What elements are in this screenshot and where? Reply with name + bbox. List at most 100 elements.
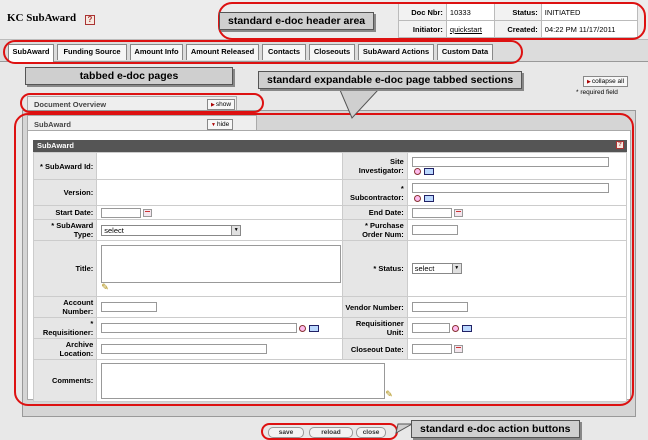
status-value: INITIATED [540, 3, 639, 21]
subaward-hide-button[interactable]: ▼hide [207, 119, 234, 130]
collapse-icon: ▶ [587, 79, 591, 85]
lookup-icon[interactable] [299, 324, 307, 332]
tab-contacts[interactable]: Contacts [262, 44, 306, 60]
required-mark: * [51, 221, 55, 230]
comments-cell: ✎ [96, 359, 627, 402]
purchase-order-input[interactable] [411, 225, 458, 235]
requisitioner-input[interactable] [101, 323, 298, 333]
start-date-label: Start Date: [32, 205, 98, 220]
tabbed-pages-callout: tabbed e-doc pages [25, 67, 233, 85]
lookup-icon[interactable] [413, 168, 421, 176]
collapse-all-button[interactable]: ▶collapse all [583, 76, 629, 87]
subaward-section-title: SubAward [34, 120, 71, 129]
page-title: KC SubAward [7, 12, 77, 24]
calendar-icon[interactable] [453, 345, 463, 353]
version-label: Version: [32, 179, 98, 206]
close-button[interactable]: close [356, 427, 386, 438]
tab-custom-data[interactable]: Custom Data [437, 44, 493, 60]
help-icon[interactable]: ? [85, 15, 95, 25]
requisitioner-label-text: Requisitioner: [42, 328, 94, 337]
purchase-order-label-text: Purchase Order Num: [362, 221, 404, 239]
required-mark: * [400, 183, 404, 193]
vendor-number-cell [406, 296, 628, 318]
calendar-icon[interactable] [453, 208, 463, 217]
subaward-id-value [96, 152, 344, 180]
created-value: 04:22 PM 11/17/2011 [540, 20, 639, 38]
tab-amount-info[interactable]: Amount Info [130, 44, 183, 60]
collapse-icon: ▼ [211, 122, 216, 128]
end-date-cell [406, 205, 628, 220]
status-select[interactable]: select ▼ [411, 263, 462, 274]
chevron-down-icon: ▼ [231, 225, 241, 235]
subaward-type-cell: select ▼ [96, 219, 344, 241]
collapse-all-label: collapse all [591, 78, 625, 85]
account-number-cell [96, 296, 344, 318]
end-date-input[interactable] [411, 207, 452, 218]
requisitioner-unit-cell [406, 317, 628, 339]
title-textarea[interactable] [101, 244, 342, 283]
required-mark: * [90, 319, 94, 328]
vendor-number-input[interactable] [411, 302, 468, 312]
initiator-link[interactable]: quickstart [450, 25, 482, 34]
purchase-order-cell [406, 219, 628, 241]
start-date-input[interactable] [101, 207, 142, 218]
title-label: Title: [32, 240, 98, 297]
account-number-label: Account Number: [32, 296, 98, 318]
vendor-number-label: Vendor Number: [342, 296, 408, 318]
pencil-icon[interactable]: ✎ [101, 283, 110, 292]
site-investigator-input[interactable] [411, 156, 609, 167]
subcontractor-label: * Subcontractor: [342, 179, 408, 206]
directory-inquiry-icon[interactable] [423, 194, 434, 202]
subaward-type-label: * SubAward Type: [32, 219, 98, 241]
status-cell: select ▼ [406, 240, 628, 297]
reload-button[interactable]: reload [309, 427, 353, 438]
subcontractor-cell [406, 179, 628, 206]
status-selected: select [414, 264, 435, 273]
subaward-id-label: * SubAward Id: [32, 152, 98, 180]
subaward-subheader: SubAward ? [33, 140, 627, 152]
document-overview-show-button[interactable]: ▶show [207, 99, 236, 110]
required-mark: * [373, 264, 377, 273]
status-label: * Status: [342, 240, 408, 297]
required-mark: * [364, 221, 368, 230]
subaward-type-select[interactable]: select ▼ [101, 224, 242, 236]
tab-subaward-actions[interactable]: SubAward Actions [358, 44, 434, 60]
calendar-icon[interactable] [143, 208, 153, 217]
requisitioner-unit-input[interactable] [411, 323, 450, 333]
requisitioner-unit-label: Requisitioner Unit: [342, 317, 408, 339]
tab-closeouts[interactable]: Closeouts [309, 44, 355, 60]
tab-amount-released[interactable]: Amount Released [186, 44, 259, 60]
save-button[interactable]: save [268, 427, 304, 438]
lookup-icon[interactable] [413, 194, 421, 202]
archive-location-label: Archive Location: [32, 338, 98, 360]
help-icon[interactable]: ? [616, 141, 624, 149]
document-overview-title: Document Overview [34, 100, 107, 109]
site-investigator-label: Site Investigator: [342, 152, 408, 180]
closeout-date-input[interactable] [411, 344, 452, 354]
comments-textarea[interactable] [101, 362, 386, 399]
status-label-text: Status: [378, 264, 404, 273]
document-overview-section: Document Overview [27, 96, 237, 111]
lookup-icon[interactable] [451, 324, 459, 332]
directory-inquiry-icon[interactable] [423, 168, 434, 176]
version-value [96, 179, 344, 206]
pencil-icon[interactable]: ✎ [385, 389, 394, 399]
end-date-label: End Date: [342, 205, 408, 220]
callout-pointer [395, 423, 414, 434]
tab-bar: SubAward Funding Source Amount Info Amou… [0, 40, 648, 62]
requisitioner-cell [96, 317, 344, 339]
subaward-form: * SubAward Id: Site Investigator: Versio… [32, 152, 628, 402]
site-investigator-cell [406, 152, 628, 180]
initiator-value: quickstart [445, 20, 496, 38]
account-number-input[interactable] [101, 302, 158, 312]
closeout-date-label: Closeout Date: [342, 338, 408, 360]
doc-info-table: Doc Nbr: 10333 Status: INITIATED Initiat… [398, 3, 639, 38]
tab-funding-source[interactable]: Funding Source [57, 44, 127, 60]
archive-location-input[interactable] [101, 344, 268, 354]
subcontractor-input[interactable] [411, 183, 609, 193]
closeout-date-cell [406, 338, 628, 360]
directory-inquiry-icon[interactable] [461, 324, 472, 332]
tab-subaward[interactable]: SubAward [8, 44, 54, 62]
title-cell: ✎ [96, 240, 344, 297]
directory-inquiry-icon[interactable] [309, 324, 320, 332]
